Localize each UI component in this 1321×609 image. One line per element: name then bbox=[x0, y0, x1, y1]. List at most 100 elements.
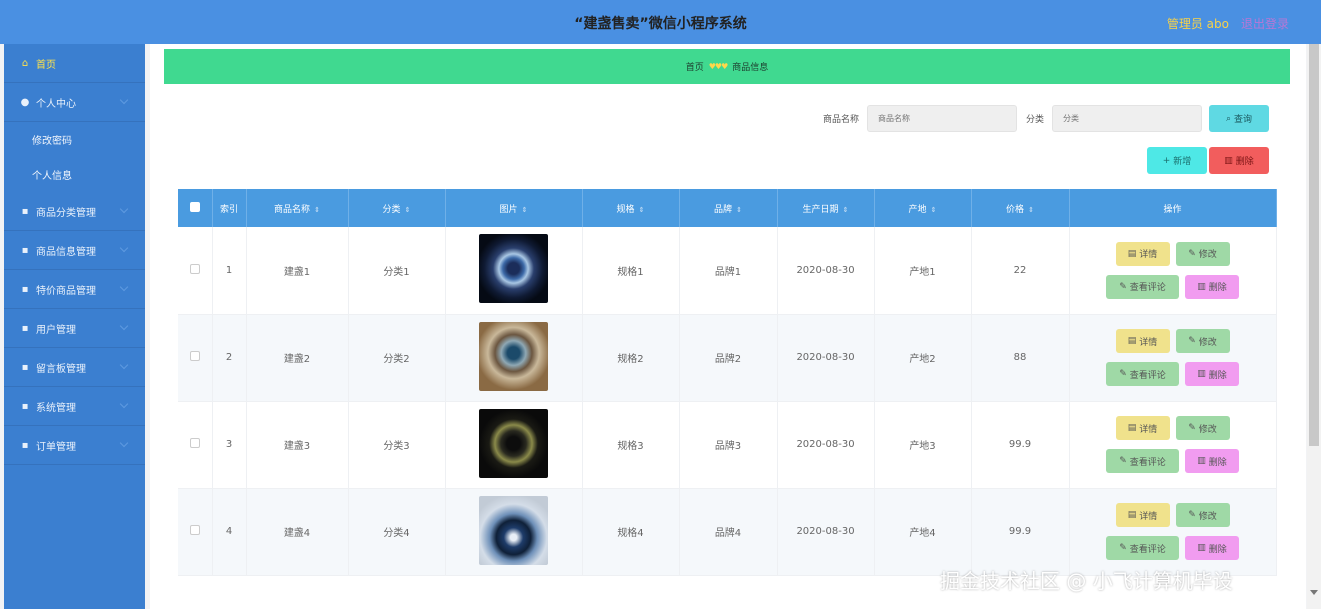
sidebar-item-goods-management[interactable]: ▪ 商品信息管理 bbox=[4, 231, 145, 270]
spec-cell: 规格3 bbox=[582, 401, 680, 489]
pencil-icon: ✎ bbox=[1188, 423, 1196, 433]
batch-delete-label: 删除 bbox=[1235, 157, 1254, 167]
column-header[interactable]: 分类 ⇕ bbox=[348, 189, 446, 227]
name-cell: 建盏2 bbox=[246, 314, 349, 402]
main-content: 首页 ♥♥♥ 商品信息 商品名称 分类 ⌕ 查询 + 新增 ▥ 删除 索引 商品… bbox=[150, 44, 1306, 609]
row-checkbox[interactable] bbox=[189, 525, 200, 535]
detail-button[interactable]: ▤ 详情 bbox=[1115, 503, 1170, 527]
row-checkbox[interactable] bbox=[189, 438, 200, 448]
sidebar-item-special-goods[interactable]: ▪ 特价商品管理 bbox=[4, 270, 145, 309]
sort-icon[interactable]: ⇕ bbox=[639, 206, 645, 214]
row-delete-button[interactable]: ▥ 删除 bbox=[1185, 362, 1239, 386]
message-icon: ▪ bbox=[21, 361, 29, 373]
sort-icon[interactable]: ⇕ bbox=[314, 206, 320, 214]
detail-button[interactable]: ▤ 详情 bbox=[1115, 416, 1170, 440]
column-header: 操作 bbox=[1069, 189, 1277, 227]
row-select-cell[interactable] bbox=[178, 401, 213, 489]
sort-icon[interactable]: ⇕ bbox=[843, 206, 849, 214]
select-all-cell[interactable] bbox=[178, 189, 213, 227]
query-button[interactable]: ⌕ 查询 bbox=[1209, 105, 1269, 132]
logout-link[interactable]: 退出登录 bbox=[1241, 15, 1289, 32]
column-header[interactable]: 商品名称 ⇕ bbox=[246, 189, 349, 227]
row-select-cell[interactable] bbox=[178, 227, 213, 315]
sidebar-item-home[interactable]: ⌂ 首页 bbox=[4, 44, 145, 83]
category-search-input[interactable] bbox=[1052, 105, 1203, 132]
sidebar-item-label: 首页 bbox=[36, 59, 56, 71]
view-comments-button[interactable]: ✎ 查看评论 bbox=[1106, 362, 1179, 386]
row-select-cell[interactable] bbox=[178, 314, 213, 402]
sidebar-item-category-management[interactable]: ▪ 商品分类管理 bbox=[4, 192, 145, 231]
column-header[interactable]: 生产日期 ⇕ bbox=[777, 189, 875, 227]
add-button[interactable]: + 新增 bbox=[1147, 147, 1207, 174]
sidebar-item-personal-center[interactable]: ● 个人中心 bbox=[4, 83, 145, 122]
breadcrumb-current: 商品信息 bbox=[732, 63, 769, 73]
sidebar-item-system-management[interactable]: ▪ 系统管理 bbox=[4, 387, 145, 426]
row-delete-button[interactable]: ▥ 删除 bbox=[1185, 274, 1239, 299]
category-cell: 分类1 bbox=[348, 227, 446, 315]
column-header[interactable]: 品牌 ⇕ bbox=[679, 189, 778, 227]
add-button-label: 新增 bbox=[1173, 157, 1192, 167]
edit-button[interactable]: ✎ 修改 bbox=[1175, 416, 1230, 440]
row-delete-button[interactable]: ▥ 删除 bbox=[1185, 536, 1239, 560]
index-cell: 1 bbox=[212, 227, 247, 315]
spec-cell: 规格1 bbox=[582, 227, 680, 315]
edit-button[interactable]: ✎ 修改 bbox=[1175, 503, 1230, 527]
name-search-group: 商品名称 bbox=[823, 105, 1018, 132]
document-icon: ▤ bbox=[1127, 248, 1137, 259]
sidebar-item-message-board[interactable]: ▪ 留言板管理 bbox=[4, 348, 145, 387]
name-cell: 建盏1 bbox=[246, 227, 349, 315]
order-icon: ▪ bbox=[21, 439, 29, 451]
vertical-scrollbar[interactable] bbox=[1307, 44, 1321, 609]
sidebar-item-label: 商品信息管理 bbox=[36, 246, 96, 258]
sort-icon[interactable]: ⇕ bbox=[931, 206, 937, 214]
sort-icon[interactable]: ⇕ bbox=[736, 206, 742, 214]
date-cell: 2020-08-30 bbox=[777, 314, 875, 402]
sidebar-subitem-change-password[interactable]: 修改密码 bbox=[4, 122, 145, 157]
view-comments-button[interactable]: ✎ 查看评论 bbox=[1106, 449, 1179, 473]
sidebar-subitem-personal-info[interactable]: 个人信息 bbox=[4, 157, 145, 192]
product-image bbox=[479, 495, 548, 565]
chevron-down-icon bbox=[119, 321, 129, 331]
document-icon: ▤ bbox=[1127, 336, 1137, 346]
row-delete-button[interactable]: ▥ 删除 bbox=[1185, 449, 1239, 473]
row-checkbox[interactable] bbox=[189, 263, 200, 274]
price-cell: 88 bbox=[971, 314, 1070, 402]
sort-icon[interactable]: ⇕ bbox=[522, 206, 528, 214]
sidebar-item-user-management[interactable]: ▪ 用户管理 bbox=[4, 309, 145, 348]
column-header[interactable]: 产地 ⇕ bbox=[874, 189, 972, 227]
index-cell: 4 bbox=[212, 488, 247, 576]
scrollbar-thumb[interactable] bbox=[1309, 44, 1319, 446]
column-header[interactable]: 规格 ⇕ bbox=[582, 189, 680, 227]
home-icon: ⌂ bbox=[21, 57, 29, 69]
column-header[interactable]: 图片 ⇕ bbox=[445, 189, 583, 227]
brand-cell: 品牌3 bbox=[679, 401, 778, 489]
edit-button[interactable]: ✎ 修改 bbox=[1175, 241, 1230, 266]
view-comments-button[interactable]: ✎ 查看评论 bbox=[1106, 274, 1179, 299]
operations-cell: ▤ 详情 ✎ 修改 ✎ 查看评论 ▥ 删除 bbox=[1069, 227, 1277, 315]
chevron-down-icon bbox=[119, 360, 129, 370]
detail-button[interactable]: ▤ 详情 bbox=[1115, 329, 1170, 353]
chevron-down-icon bbox=[119, 399, 129, 409]
view-comments-button[interactable]: ✎ 查看评论 bbox=[1106, 536, 1179, 560]
column-header[interactable]: 价格 ⇕ bbox=[971, 189, 1070, 227]
operations-cell: ▤ 详情 ✎ 修改 ✎ 查看评论 ▥ 删除 bbox=[1069, 488, 1277, 576]
batch-delete-button[interactable]: ▥ 删除 bbox=[1209, 147, 1269, 174]
sidebar-item-label: 留言板管理 bbox=[36, 363, 86, 375]
image-cell bbox=[445, 227, 583, 315]
sidebar-item-label: 个人中心 bbox=[36, 98, 76, 110]
row-select-cell[interactable] bbox=[178, 488, 213, 576]
plus-icon: + bbox=[1162, 155, 1171, 166]
scroll-down-arrow-icon[interactable] bbox=[1310, 590, 1318, 595]
row-checkbox[interactable] bbox=[189, 351, 200, 361]
edit-button[interactable]: ✎ 修改 bbox=[1175, 329, 1230, 353]
detail-button[interactable]: ▤ 详情 bbox=[1115, 241, 1170, 266]
sort-icon[interactable]: ⇕ bbox=[1028, 206, 1034, 214]
breadcrumb-home[interactable]: 首页 bbox=[686, 60, 704, 73]
sort-icon[interactable]: ⇕ bbox=[405, 206, 411, 214]
select-all-checkbox[interactable] bbox=[189, 201, 200, 212]
sidebar-item-label: 特价商品管理 bbox=[36, 285, 96, 297]
admin-user-label[interactable]: 管理员 abo bbox=[1167, 15, 1229, 32]
name-search-input[interactable] bbox=[867, 105, 1018, 132]
table-row: 1 建盏1 分类1 规格1 品牌1 2020-08-30 产地1 22 ▤ 详情 ✎ 修改 ✎ 查看评论 ▥… bbox=[178, 227, 1277, 315]
sidebar-item-order-management[interactable]: ▪ 订单管理 bbox=[4, 426, 145, 465]
